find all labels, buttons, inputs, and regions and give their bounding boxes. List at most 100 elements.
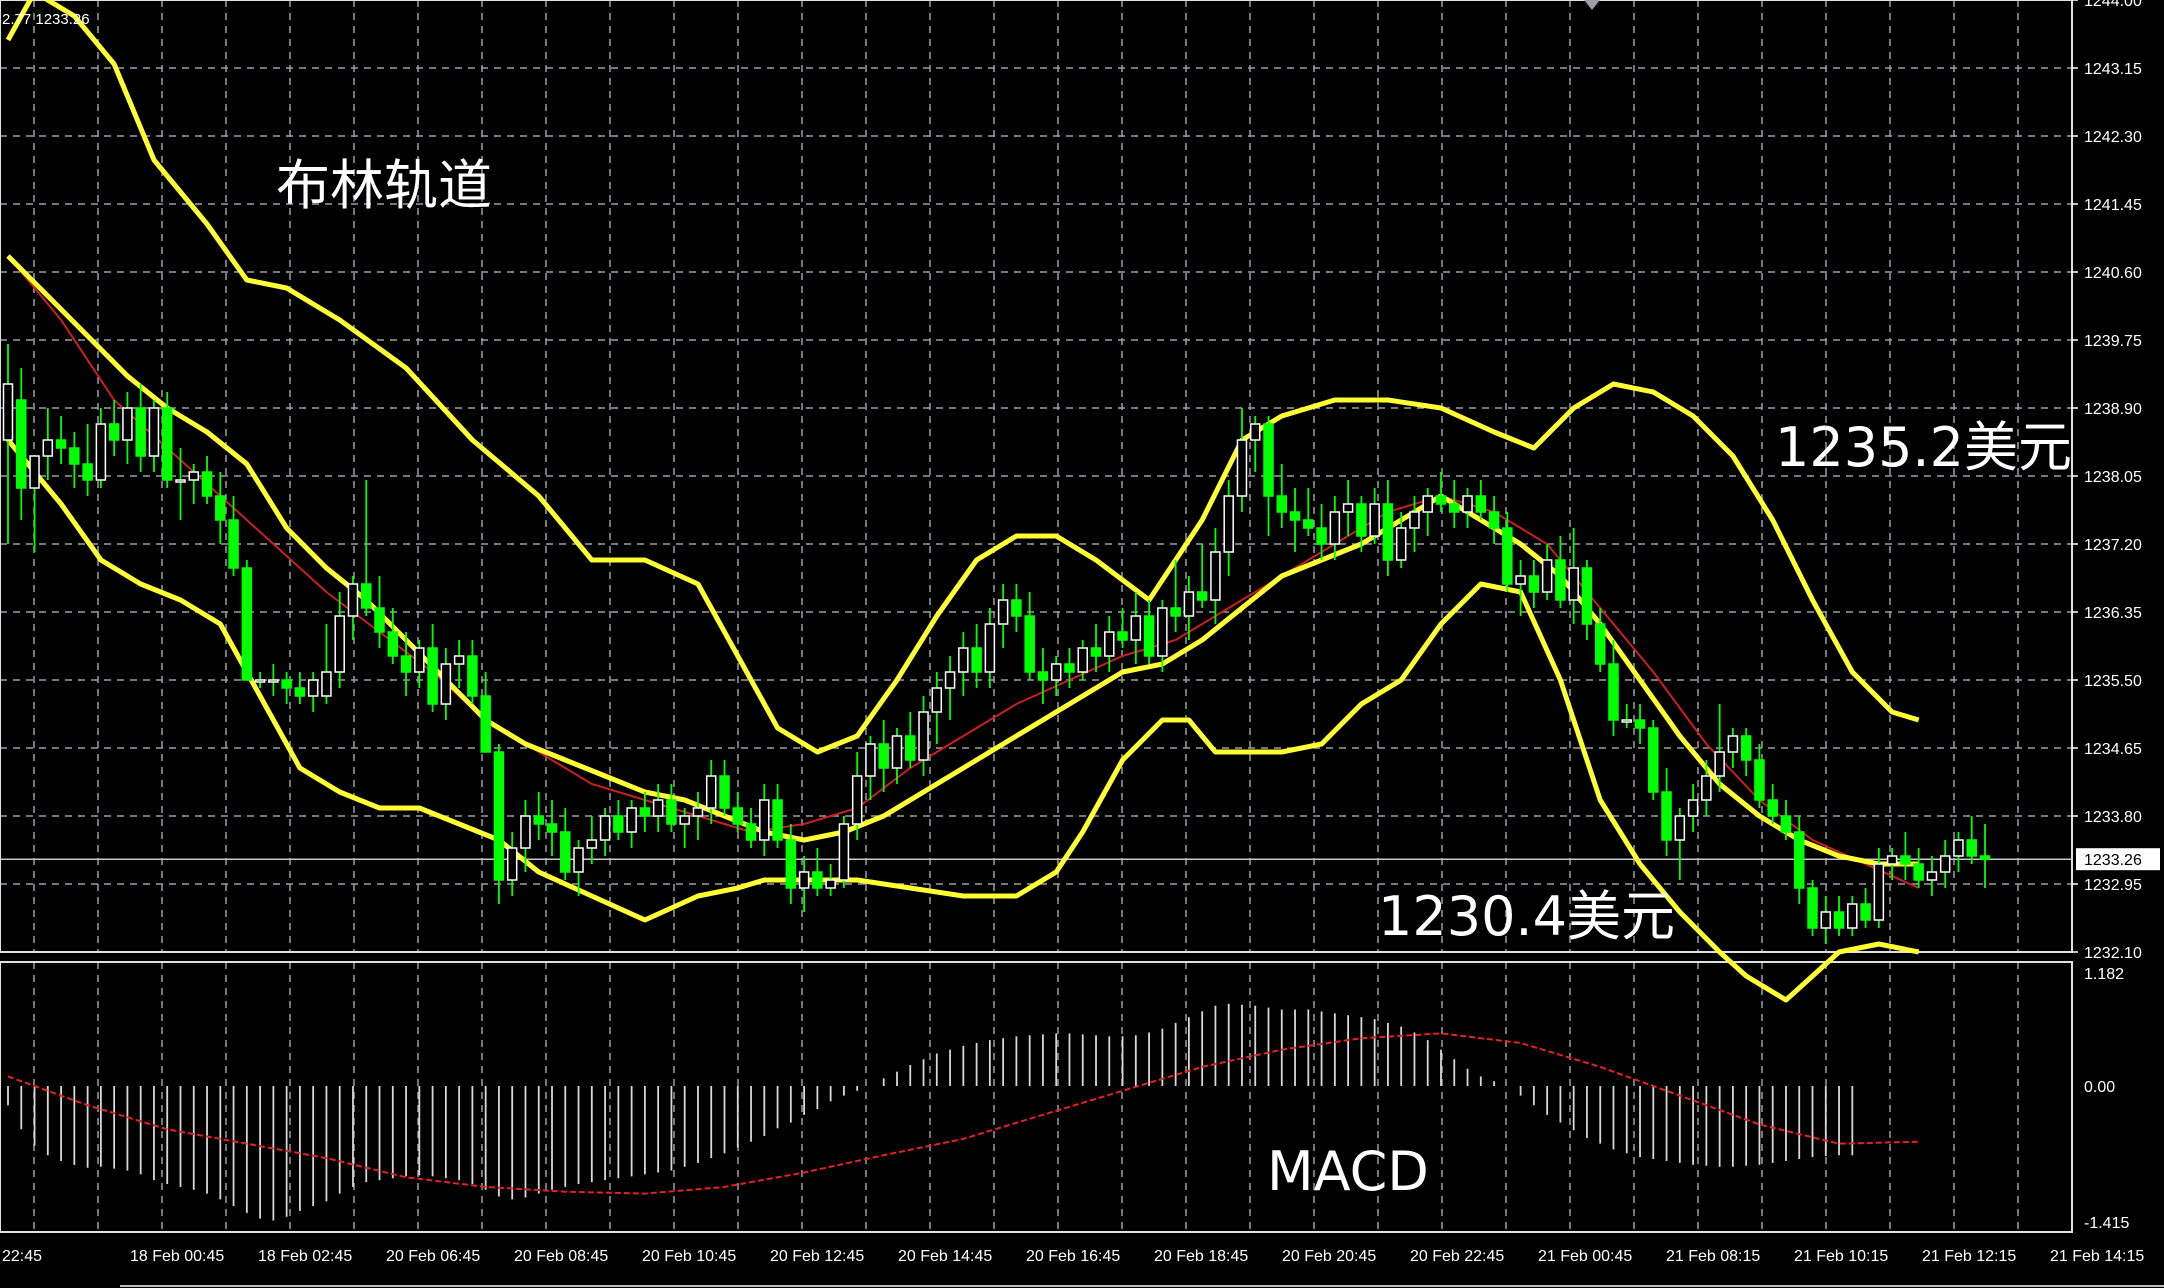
macd-tick-label: 1.182 — [2084, 966, 2124, 983]
candle-body — [546, 823, 558, 833]
candle-body — [69, 447, 80, 465]
candle-body — [785, 839, 797, 889]
candle-body — [1249, 423, 1261, 441]
candle-body — [1170, 607, 1181, 617]
candle-body — [1701, 775, 1712, 801]
candle-body — [1382, 503, 1394, 561]
candle-body — [1117, 631, 1128, 641]
candle-body — [825, 879, 836, 889]
time-tick-label: 18 Feb 02:45 — [258, 1248, 352, 1265]
candle-body — [1860, 903, 1871, 921]
candle-body — [1037, 671, 1049, 681]
time-tick-label: 22:45 — [2, 1248, 42, 1265]
candle-body — [294, 687, 306, 697]
candle-body — [1621, 719, 1633, 723]
candle-body — [1462, 495, 1473, 513]
candle — [838, 816, 850, 888]
candle-body — [175, 479, 186, 483]
time-tick-label: 20 Feb 18:45 — [1154, 1248, 1248, 1265]
candle-body — [1807, 887, 1818, 929]
candle-body — [1687, 799, 1699, 817]
candle-body — [1608, 663, 1619, 721]
candle-body — [560, 831, 571, 873]
time-tick-label: 21 Feb 14:15 — [2050, 1248, 2144, 1265]
candle-body — [652, 799, 664, 817]
price-tick-label: 1240.60 — [2084, 265, 2142, 282]
candle-body — [931, 687, 943, 713]
candle-body — [1090, 647, 1102, 657]
candle-body — [1210, 551, 1221, 601]
candle-body — [188, 471, 200, 481]
candle-body — [679, 815, 690, 825]
candle-body — [732, 807, 744, 825]
candle-body — [201, 471, 213, 497]
candle-body — [1979, 855, 1991, 860]
candle-body — [1833, 911, 1845, 929]
candle-body — [42, 439, 54, 457]
time-tick-label: 20 Feb 14:45 — [898, 1248, 992, 1265]
price-tick-label: 1241.45 — [2084, 197, 2142, 214]
candle-body — [666, 799, 677, 825]
candle — [1807, 880, 1818, 936]
candle-body — [759, 799, 770, 841]
candle-body — [599, 815, 611, 841]
candle-body — [944, 671, 956, 689]
candle-body — [1130, 615, 1142, 641]
candle-body — [2, 383, 14, 441]
candle-body — [1886, 855, 1898, 865]
price-tick-label: 1242.30 — [2084, 129, 2142, 146]
candle-body — [440, 663, 452, 705]
candle-body — [1369, 503, 1380, 537]
price-tick-label: 1238.90 — [2084, 401, 2142, 418]
time-tick-label: 20 Feb 16:45 — [1026, 1248, 1120, 1265]
time-tick-label: 21 Feb 12:15 — [1922, 1248, 2016, 1265]
candle-body — [918, 711, 929, 761]
candle-body — [1024, 615, 1035, 673]
macd-tick-label: 0.00 — [2084, 1079, 2115, 1096]
candle-body — [1648, 727, 1659, 793]
time-tick-label: 21 Feb 10:15 — [1794, 1248, 1888, 1265]
candle-body — [705, 775, 717, 809]
candle-body — [520, 815, 531, 849]
candle-body — [1568, 567, 1579, 601]
candle-body — [1223, 495, 1234, 553]
header-readout: 2.77 1233.26 — [2, 11, 90, 28]
candle-body — [95, 423, 107, 481]
candle-body — [533, 815, 544, 825]
candle-body — [772, 799, 783, 841]
candle-body — [1502, 527, 1513, 585]
candle-body — [1714, 751, 1725, 777]
candle-body — [254, 679, 266, 683]
candle-body — [427, 647, 438, 705]
candle-body — [1581, 567, 1593, 625]
candle-body — [135, 407, 146, 457]
price-tick-label: 1244.00 — [2084, 0, 2142, 10]
candle-body — [1966, 839, 1977, 857]
candle — [493, 744, 505, 904]
candle-body — [321, 671, 332, 697]
time-tick-label: 20 Feb 10:45 — [642, 1248, 736, 1265]
candle-body — [971, 647, 982, 673]
macd-tick-label: -1.415 — [2084, 1215, 2129, 1232]
candle-body — [1342, 503, 1354, 513]
time-tick-label: 20 Feb 22:45 — [1410, 1248, 1504, 1265]
candle-body — [1183, 591, 1195, 617]
candle-body — [905, 735, 916, 761]
price-tick-label: 1233.80 — [2084, 809, 2142, 826]
candle-body — [1422, 495, 1433, 513]
candle-body — [1555, 559, 1566, 601]
candle-body — [1873, 863, 1885, 921]
candle-body — [374, 607, 385, 633]
candle-body — [1157, 607, 1168, 657]
price-tick-label: 1243.15 — [2084, 61, 2142, 78]
candle-body — [1740, 735, 1752, 761]
candle-body — [29, 455, 40, 489]
bollinger-label: 布林轨道 — [276, 154, 492, 217]
candle-body — [1236, 439, 1248, 497]
candle-body — [573, 847, 584, 873]
candle-body — [1011, 599, 1022, 617]
candle-body — [1475, 495, 1487, 513]
candle-body — [586, 839, 598, 849]
candle-body — [108, 423, 120, 441]
candle-body — [493, 751, 505, 881]
